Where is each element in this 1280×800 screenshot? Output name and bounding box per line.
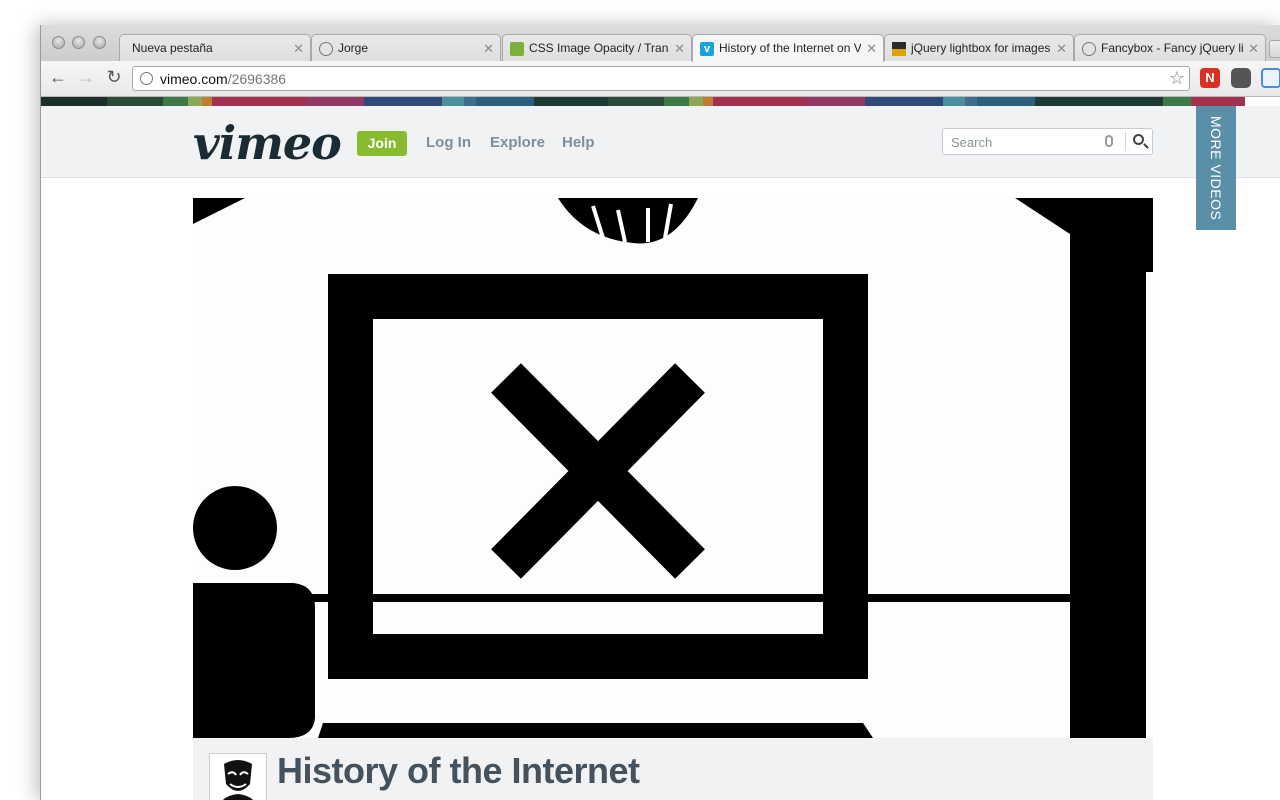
browser-toolbar: ← → ↻ vimeo.com/2696386 ☆ N bbox=[41, 61, 1280, 97]
tab-title: History of the Internet on Vimeo bbox=[719, 41, 861, 55]
close-icon[interactable]: ✕ bbox=[866, 35, 877, 62]
extension-n-icon[interactable]: N bbox=[1200, 68, 1220, 88]
w3schools-icon bbox=[510, 42, 524, 56]
tab-title: jQuery lightbox for images bbox=[911, 41, 1051, 55]
tab-vimeo-history[interactable]: v History of the Internet on Vimeo ✕ bbox=[692, 34, 884, 62]
web-page: vimeo Join Log In Explore Help MORE VIDE… bbox=[41, 97, 1280, 800]
microphone-icon[interactable] bbox=[1105, 135, 1113, 147]
extension-screen-icon[interactable] bbox=[1261, 68, 1280, 88]
search-icon[interactable] bbox=[1133, 134, 1144, 145]
tab-title: Fancybox - Fancy jQuery lightbox bbox=[1101, 41, 1243, 55]
more-videos-tab[interactable]: MORE VIDEOS bbox=[1196, 106, 1236, 230]
close-window-button[interactable] bbox=[52, 36, 65, 49]
avatar[interactable] bbox=[209, 753, 267, 800]
close-icon[interactable]: ✕ bbox=[483, 35, 494, 61]
page-info-icon[interactable] bbox=[140, 72, 153, 85]
new-tab-button[interactable] bbox=[1269, 40, 1280, 58]
video-info-bar: History of the Internet bbox=[193, 738, 1153, 800]
pocket-icon[interactable] bbox=[1231, 68, 1251, 88]
tab-title: Jorge bbox=[338, 41, 369, 55]
minimize-window-button[interactable] bbox=[72, 36, 85, 49]
url-host: vimeo.com bbox=[160, 71, 228, 87]
video-title: History of the Internet bbox=[277, 750, 640, 791]
back-arrow-icon[interactable]: ← bbox=[46, 65, 70, 89]
tab-css-opacity[interactable]: CSS Image Opacity / Transparency ✕ bbox=[502, 34, 692, 61]
reload-icon[interactable]: ↻ bbox=[102, 65, 126, 89]
video-frame-illustration bbox=[193, 198, 1153, 738]
nav-help[interactable]: Help bbox=[562, 134, 595, 151]
tab-strip: Nueva pestaña ✕ Jorge ✕ CSS Image Opacit… bbox=[41, 25, 1280, 62]
more-videos-label: MORE VIDEOS bbox=[1208, 116, 1224, 221]
bookmark-star-icon[interactable]: ☆ bbox=[1169, 68, 1185, 89]
search-input[interactable] bbox=[949, 132, 1093, 153]
tab-title: Nueva pestaña bbox=[132, 41, 213, 55]
url-text[interactable]: vimeo.com/2696386 bbox=[160, 71, 286, 87]
close-icon[interactable]: ✕ bbox=[674, 35, 685, 61]
url-path: /2696386 bbox=[227, 71, 287, 87]
jquery-icon bbox=[892, 42, 906, 56]
close-icon[interactable]: ✕ bbox=[293, 35, 304, 61]
tab-title: CSS Image Opacity / Transparency bbox=[529, 41, 669, 55]
browser-window: Nueva pestaña ✕ Jorge ✕ CSS Image Opacit… bbox=[40, 25, 1280, 800]
forward-arrow-icon[interactable]: → bbox=[74, 65, 98, 89]
tab-nueva-pestana[interactable]: Nueva pestaña ✕ bbox=[119, 34, 311, 61]
mask-avatar-icon bbox=[210, 754, 266, 800]
address-bar[interactable]: vimeo.com/2696386 ☆ bbox=[132, 66, 1190, 91]
globe-icon bbox=[1082, 42, 1096, 56]
tab-jquery-lightbox[interactable]: jQuery lightbox for images ✕ bbox=[884, 34, 1074, 61]
vimeo-logo[interactable]: vimeo bbox=[193, 116, 342, 170]
search-box bbox=[942, 128, 1153, 155]
tab-jorge[interactable]: Jorge ✕ bbox=[311, 34, 501, 61]
nav-log-in[interactable]: Log In bbox=[426, 134, 471, 151]
nav-explore[interactable]: Explore bbox=[490, 134, 545, 151]
search-divider bbox=[1125, 132, 1126, 151]
color-stripe bbox=[41, 97, 1280, 106]
zoom-window-button[interactable] bbox=[93, 36, 106, 49]
tab-fancybox[interactable]: Fancybox - Fancy jQuery lightbox ✕ bbox=[1074, 34, 1266, 61]
site-header: vimeo Join Log In Explore Help bbox=[41, 106, 1280, 178]
vimeo-icon: v bbox=[700, 42, 714, 56]
globe-icon bbox=[319, 42, 333, 56]
video-player[interactable] bbox=[193, 198, 1153, 738]
join-button[interactable]: Join bbox=[357, 131, 407, 156]
close-icon[interactable]: ✕ bbox=[1056, 35, 1067, 61]
close-icon[interactable]: ✕ bbox=[1248, 35, 1259, 61]
